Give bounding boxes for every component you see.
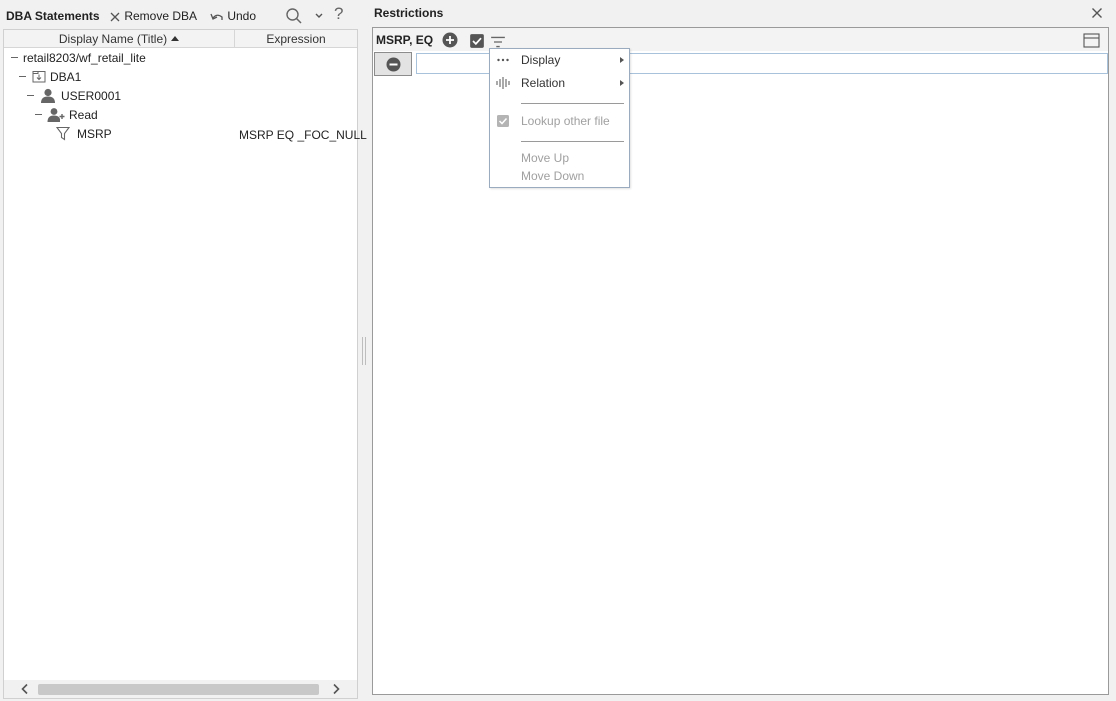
- menu-item-label: Lookup other file: [521, 114, 610, 128]
- tree-collapse-toggle[interactable]: [19, 76, 26, 77]
- dba-toolbar: DBA Statements Remove DBA Undo ?: [0, 0, 360, 30]
- column-header-expression[interactable]: Expression: [235, 30, 357, 48]
- undo-button[interactable]: Undo: [210, 8, 256, 24]
- submenu-arrow-icon: [620, 80, 624, 86]
- menu-item-move-up[interactable]: Move Up: [490, 149, 629, 167]
- tree-node-restriction[interactable]: MSRP: [77, 125, 112, 143]
- column-header-display-name-label: Display Name (Title): [58, 32, 168, 46]
- context-menu: Display Relation Lookup other file Move …: [489, 48, 630, 188]
- panel-title: Restrictions: [374, 6, 444, 20]
- menu-separator: [521, 141, 624, 142]
- restriction-toolbar: MSRP, EQ: [373, 28, 1108, 51]
- horizontal-scrollbar[interactable]: [4, 680, 357, 698]
- restriction-editor: MSRP, EQ: [372, 27, 1109, 695]
- maximize-window-icon[interactable]: [1083, 33, 1100, 48]
- menu-item-lookup-other-file[interactable]: Lookup other file: [490, 111, 629, 131]
- filter-icon: [56, 126, 70, 141]
- user-icon: [41, 88, 55, 103]
- checkbox-checked-icon: [497, 115, 509, 127]
- help-button[interactable]: ?: [334, 5, 343, 22]
- tree-node-dba[interactable]: DBA1: [50, 68, 81, 86]
- search-options-dropdown[interactable]: [314, 8, 324, 24]
- tree-node-user[interactable]: USER0001: [61, 87, 121, 105]
- checkbox-checked-icon[interactable]: [469, 33, 485, 49]
- restrictions-panel: Restrictions MSRP, EQ: [368, 0, 1116, 701]
- remove-dba-label: Remove DBA: [124, 9, 198, 23]
- add-circle-icon[interactable]: [442, 32, 458, 48]
- menu-item-label: Display: [521, 53, 561, 67]
- chevron-down-icon: [315, 13, 323, 18]
- menu-separator: [521, 103, 624, 104]
- submenu-arrow-icon: [620, 57, 624, 63]
- minus-circle-icon: [386, 57, 401, 72]
- menu-item-label: Move Up: [521, 151, 570, 165]
- menu-item-label: Relation: [521, 76, 566, 90]
- search-icon: [286, 8, 302, 24]
- undo-label: Undo: [227, 9, 257, 23]
- scroll-left-icon[interactable]: [18, 682, 32, 696]
- menu-item-label: Move Down: [521, 169, 585, 183]
- remove-value-button[interactable]: [374, 52, 412, 76]
- dba-statements-panel: DBA Statements Remove DBA Undo ? Display…: [0, 0, 367, 701]
- sort-ascending-icon: [171, 36, 180, 41]
- scroll-right-icon[interactable]: [329, 682, 343, 696]
- panel-title: DBA Statements: [6, 9, 100, 23]
- dba-tree: Display Name (Title) Expression retail82…: [3, 29, 367, 699]
- remove-dba-button[interactable]: Remove DBA: [109, 8, 197, 24]
- more-dots-icon: [497, 58, 509, 62]
- tree-collapse-toggle[interactable]: [11, 57, 18, 58]
- search-button[interactable]: [285, 7, 303, 24]
- undo-icon: [210, 13, 223, 20]
- column-header-display-name[interactable]: Display Name (Title): [4, 30, 235, 48]
- relation-icon: [496, 77, 510, 89]
- dba-file-icon: [32, 71, 46, 83]
- close-icon[interactable]: [1090, 6, 1104, 20]
- menu-item-move-down[interactable]: Move Down: [490, 167, 629, 185]
- restriction-label: MSRP, EQ: [376, 33, 434, 47]
- scrollbar-thumb[interactable]: [38, 684, 319, 695]
- menu-item-display[interactable]: Display: [490, 50, 629, 70]
- user-access-icon: [47, 108, 65, 122]
- panel-splitter-handle[interactable]: [362, 337, 366, 365]
- tree-node-server[interactable]: retail8203/wf_retail_lite: [23, 49, 146, 67]
- tree-node-expression: MSRP EQ _FOC_NULL: [239, 128, 367, 142]
- menu-item-relation[interactable]: Relation: [490, 73, 629, 93]
- tree-collapse-toggle[interactable]: [35, 114, 42, 115]
- tree-node-access[interactable]: Read: [69, 106, 98, 124]
- close-icon: [110, 12, 120, 22]
- tree-column-header: Display Name (Title) Expression: [4, 30, 357, 48]
- tree-collapse-toggle[interactable]: [27, 95, 34, 96]
